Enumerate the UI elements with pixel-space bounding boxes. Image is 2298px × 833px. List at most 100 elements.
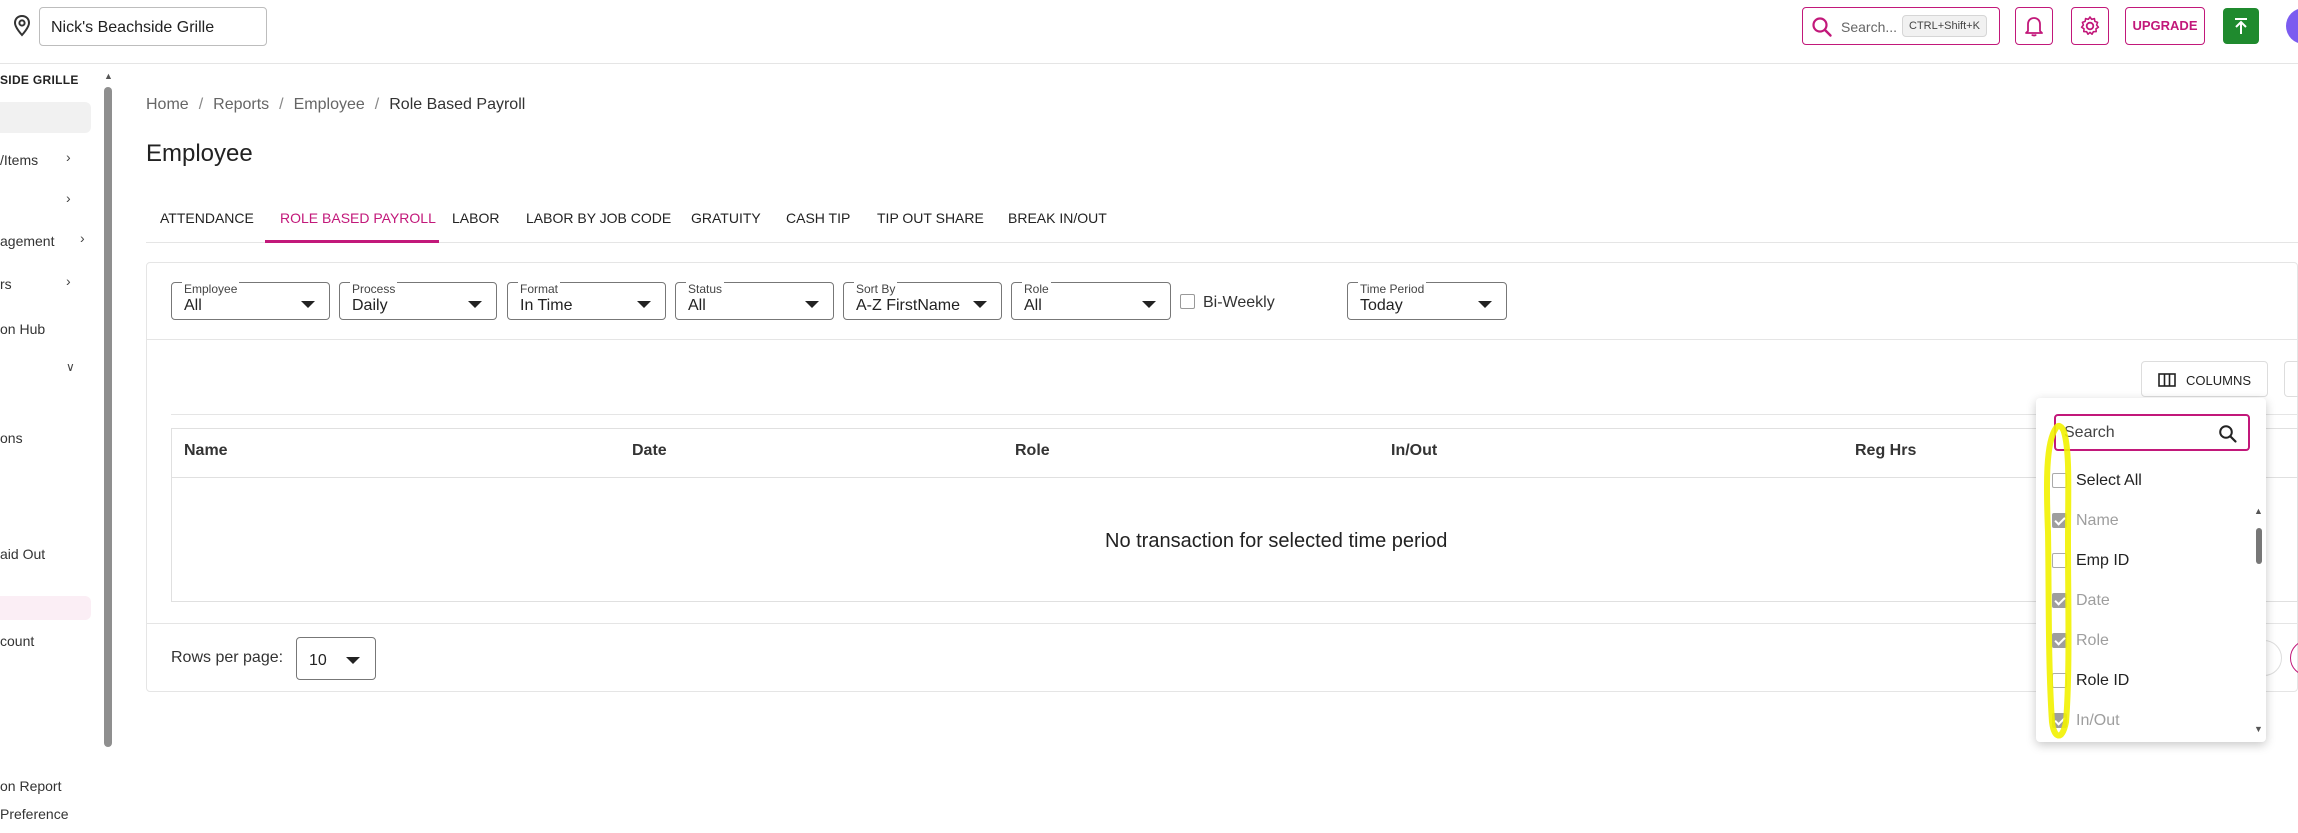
divider	[147, 339, 2298, 340]
divider	[147, 623, 2298, 624]
column-header-role[interactable]: Role	[1015, 442, 1050, 460]
checkbox	[2052, 633, 2067, 648]
chevron-right-icon: ›	[80, 230, 85, 246]
sidebar-restaurant-name: SIDE GRILLE	[0, 73, 79, 87]
scroll-up-arrow-icon[interactable]: ▲	[104, 71, 113, 81]
process-filter[interactable]: Process Daily	[339, 282, 497, 320]
column-header-name[interactable]: Name	[184, 442, 228, 460]
scroll-down-arrow-icon[interactable]: ▼	[2254, 724, 2263, 734]
chevron-right-icon: ›	[66, 149, 71, 165]
checkbox[interactable]	[2052, 473, 2067, 488]
sidebar-item-report[interactable]: on Report	[0, 778, 61, 794]
sidebar-item-paid-out[interactable]: aid Out	[0, 546, 45, 562]
breadcrumb-current: Role Based Payroll	[389, 96, 526, 113]
sidebar-item-hub[interactable]: on Hub	[0, 321, 45, 337]
location-selector[interactable]: Nick's Beachside Grille	[39, 7, 267, 46]
rows-per-page-select[interactable]: 10	[296, 637, 376, 680]
upload-button[interactable]	[2223, 8, 2259, 44]
sidebar-item-ons[interactable]: ons	[0, 430, 23, 446]
tab-gratuity[interactable]: GRATUITY	[691, 210, 761, 226]
biweekly-checkbox[interactable]	[1180, 294, 1195, 309]
columns-search[interactable]	[2054, 414, 2250, 451]
column-header-date[interactable]: Date	[632, 442, 667, 460]
sidebar-item-management[interactable]: agement	[0, 233, 54, 249]
location-pin-icon	[12, 14, 32, 38]
caret-down-icon	[1478, 301, 1492, 308]
filter-label: Time Period	[1358, 282, 1427, 296]
column-header-in-out[interactable]: In/Out	[1391, 442, 1437, 460]
chevron-down-icon[interactable]: ∨	[66, 360, 75, 374]
divider	[171, 414, 2298, 415]
sort-by-filter[interactable]: Sort By A-Z FirstName	[843, 282, 1002, 320]
search-shortcut-badge: CTRL+Shift+K	[1902, 15, 1987, 37]
tab-labor-by-job-code[interactable]: LABOR BY JOB CODE	[526, 210, 671, 226]
role-filter[interactable]: Role All	[1011, 282, 1171, 320]
checkbox[interactable]	[2052, 553, 2067, 568]
filter-label: Employee	[182, 282, 240, 296]
global-search[interactable]: Search... CTRL+Shift+K	[1802, 7, 2000, 45]
sidebar-item-items[interactable]: /Items	[0, 152, 38, 168]
top-bar: Nick's Beachside Grille Search... CTRL+S…	[0, 0, 2298, 64]
caret-down-icon	[301, 301, 315, 308]
bell-icon	[2025, 17, 2043, 37]
columns-button-label: COLUMNS	[2186, 373, 2252, 388]
filter-value: All	[688, 297, 706, 314]
sidebar-scrollbar[interactable]	[104, 87, 112, 747]
scroll-up-arrow-icon[interactable]: ▲	[2254, 506, 2263, 516]
checkbox[interactable]	[2052, 673, 2067, 688]
breadcrumb-employee[interactable]: Employee	[294, 96, 365, 113]
filter-value: A-Z FirstName	[856, 297, 960, 314]
sidebar-item-active[interactable]	[0, 596, 91, 620]
sidebar: SIDE GRILLE /Items › › agement › rs › on…	[0, 65, 116, 833]
rows-per-page-value: 10	[309, 652, 327, 669]
employee-filter[interactable]: Employee All	[171, 282, 330, 320]
tab-role-based-payroll[interactable]: ROLE BASED PAYROLL	[280, 210, 436, 226]
checkbox	[2052, 513, 2067, 528]
chevron-right-icon: ›	[66, 273, 71, 289]
report-tabs: ATTENDANCE ROLE BASED PAYROLL LABOR LABO…	[146, 200, 2298, 243]
page-title: Employee	[146, 140, 253, 167]
tab-break-in-out[interactable]: BREAK IN/OUT	[1008, 210, 1107, 226]
notifications-button[interactable]	[2015, 7, 2053, 45]
sidebar-item-preference[interactable]: Preference	[0, 806, 68, 822]
format-filter[interactable]: Format In Time	[507, 282, 666, 320]
filter-label: Format	[518, 282, 561, 296]
columns-search-input[interactable]	[2064, 424, 2214, 442]
column-header-reg-hrs[interactable]: Reg Hrs	[1855, 442, 1916, 460]
biweekly-label: Bi-Weekly	[1203, 294, 1275, 311]
filter-value: All	[184, 297, 202, 314]
filter-label: Status	[686, 282, 725, 296]
avatar[interactable]	[2286, 8, 2298, 44]
caret-down-icon	[805, 301, 819, 308]
breadcrumb-home[interactable]: Home	[146, 96, 189, 113]
settings-button[interactable]	[2071, 7, 2109, 45]
search-icon	[2219, 425, 2237, 443]
caret-down-icon	[637, 301, 651, 308]
rows-per-page-label: Rows per page:	[171, 649, 284, 666]
sidebar-item-account[interactable]: count	[0, 633, 34, 649]
upgrade-button[interactable]: UPGRADE	[2125, 7, 2205, 45]
status-filter[interactable]: Status All	[675, 282, 834, 320]
caret-down-icon	[468, 301, 482, 308]
toolbar-button[interactable]	[2284, 361, 2298, 397]
sidebar-item-highlighted[interactable]	[0, 102, 91, 133]
caret-down-icon	[346, 657, 360, 664]
chevron-right-icon[interactable]: ›	[66, 190, 71, 206]
checkbox	[2052, 593, 2067, 608]
time-period-filter[interactable]: Time Period Today	[1347, 282, 1507, 320]
tab-attendance[interactable]: ATTENDANCE	[160, 210, 254, 226]
active-tab-indicator	[265, 240, 439, 243]
columns-panel-scrollbar[interactable]	[2256, 528, 2262, 564]
filter-label: Sort By	[854, 282, 898, 296]
tab-cash-tip[interactable]: CASH TIP	[786, 210, 850, 226]
divider	[171, 477, 2298, 478]
tab-tip-out-share[interactable]: TIP OUT SHARE	[877, 210, 984, 226]
columns-button[interactable]: COLUMNS	[2141, 361, 2268, 397]
filter-label: Process	[350, 282, 398, 296]
breadcrumb: Home / Reports / Employee / Role Based Payroll	[146, 96, 526, 113]
breadcrumb-reports[interactable]: Reports	[213, 96, 269, 113]
sidebar-item-rs[interactable]: rs	[0, 276, 12, 292]
empty-state-message: No transaction for selected time period	[1105, 530, 1448, 552]
gear-icon	[2080, 16, 2100, 35]
tab-labor[interactable]: LABOR	[452, 210, 499, 226]
